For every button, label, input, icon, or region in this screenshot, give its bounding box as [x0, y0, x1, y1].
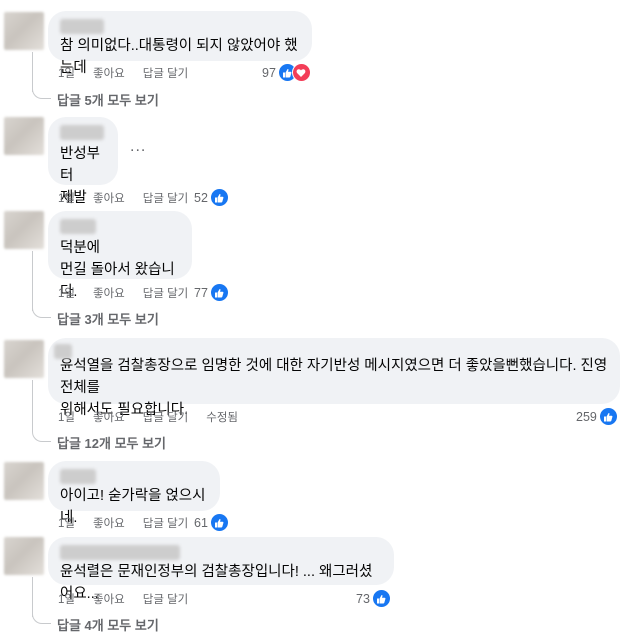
reaction-count: 77	[194, 285, 208, 300]
reaction-summary[interactable]: 97	[262, 63, 311, 82]
like-button[interactable]: 좋아요	[93, 190, 125, 206]
reply-button[interactable]: 답글 달기	[143, 591, 189, 607]
reply-connector	[32, 305, 51, 318]
comment-bubble: 반성부터 제발	[48, 117, 118, 206]
comment-time[interactable]: 1일	[58, 409, 75, 425]
comment-actions: 1일 좋아요 답글 달기	[58, 515, 188, 531]
view-replies-link[interactable]: 답글 3개 모두 보기	[57, 309, 159, 328]
reply-button[interactable]: 답글 달기	[143, 515, 189, 531]
reaction-summary[interactable]: 259	[576, 407, 618, 426]
comment-bubble: 아이고! 숟가락을 얹으시네.	[48, 461, 220, 526]
edited-label: 수정됨	[206, 412, 238, 424]
more-options-icon[interactable]: ...	[130, 138, 146, 156]
reply-connector	[32, 611, 51, 624]
like-icon	[371, 589, 391, 608]
author-name-blurred[interactable]	[60, 125, 104, 140]
like-button[interactable]: 좋아요	[93, 591, 125, 607]
comment-actions: 1일 좋아요 답글 달기 수정됨	[58, 409, 238, 425]
reply-button[interactable]: 답글 달기	[143, 285, 189, 301]
avatar[interactable]	[4, 462, 44, 500]
reaction-count: 61	[194, 515, 208, 530]
reaction-count: 52	[194, 190, 208, 205]
reply-connector	[32, 86, 51, 99]
reaction-count: 259	[576, 409, 597, 424]
reply-button[interactable]: 답글 달기	[143, 409, 189, 425]
like-icon	[209, 513, 229, 532]
avatar[interactable]	[4, 12, 44, 50]
view-replies-link[interactable]: 답글 4개 모두 보기	[57, 615, 159, 634]
reply-connector	[32, 429, 51, 442]
author-name-blurred[interactable]	[60, 219, 96, 234]
thread-line	[32, 251, 33, 311]
like-icon	[209, 283, 229, 302]
author-name-blurred[interactable]	[60, 19, 104, 34]
like-button[interactable]: 좋아요	[93, 285, 125, 301]
reaction-summary[interactable]: 61	[194, 513, 229, 532]
like-icon	[598, 407, 618, 426]
comment-time[interactable]: 1일	[58, 285, 75, 301]
reaction-count: 73	[356, 591, 370, 606]
reaction-summary[interactable]: 52	[194, 188, 229, 207]
avatar[interactable]	[4, 211, 44, 249]
author-name-blurred[interactable]	[54, 344, 72, 359]
like-button[interactable]: 좋아요	[93, 515, 125, 531]
avatar[interactable]	[4, 537, 44, 575]
reaction-count: 97	[262, 65, 276, 80]
comment-bubble: 덕분에 먼길 돌아서 왔습니다.	[48, 211, 192, 300]
reply-button[interactable]: 답글 달기	[143, 190, 189, 206]
view-replies-link[interactable]: 답글 12개 모두 보기	[57, 433, 166, 452]
like-button[interactable]: 좋아요	[93, 409, 125, 425]
author-name-blurred[interactable]	[60, 469, 96, 484]
comment-actions: 1일 좋아요 답글 달기	[58, 591, 188, 607]
like-icon	[209, 188, 229, 207]
comment-time[interactable]: 1일	[58, 515, 75, 531]
reaction-summary[interactable]: 77	[194, 283, 229, 302]
author-name-blurred[interactable]	[60, 545, 180, 560]
like-button[interactable]: 좋아요	[93, 65, 125, 81]
comment-actions: 1일 좋아요 답글 달기	[58, 65, 188, 81]
comment-actions: 1일 좋아요 답글 달기	[58, 285, 188, 301]
comment-actions: 1일 좋아요 답글 달기	[58, 190, 188, 206]
heart-icon	[291, 63, 311, 82]
reaction-summary[interactable]: 73	[356, 589, 391, 608]
reply-button[interactable]: 답글 달기	[143, 65, 189, 81]
comment-bubble: 참 의미없다..대통령이 되지 않았어야 했는데	[48, 11, 312, 76]
avatar[interactable]	[4, 117, 44, 155]
comment-time[interactable]: 1일	[58, 65, 75, 81]
avatar[interactable]	[4, 340, 44, 378]
view-replies-link[interactable]: 답글 5개 모두 보기	[57, 90, 159, 109]
comment-bubble: 윤석열을 검찰총장으로 임명한 것에 대한 자기반성 메시지였으면 더 좋았을뻔…	[48, 338, 620, 418]
thread-line	[32, 380, 33, 431]
comment-time[interactable]: 1일	[58, 591, 75, 607]
comment-bubble: 윤석렬은 문재인정부의 검찰총장입니다! ... 왜그러셨어요...	[48, 537, 394, 602]
comment-time[interactable]: 1일	[58, 190, 75, 206]
